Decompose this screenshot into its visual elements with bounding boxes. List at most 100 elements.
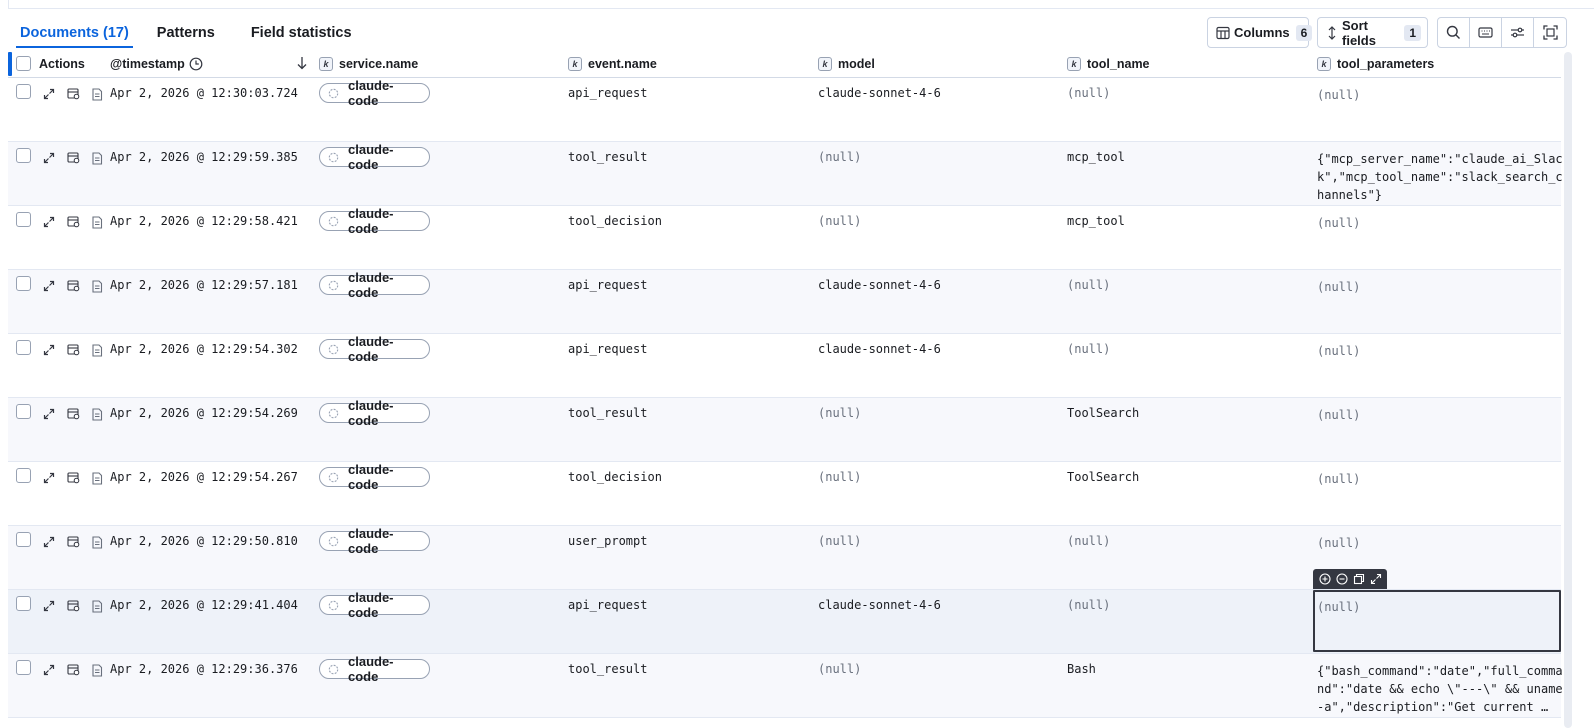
cell-tool-name[interactable]: (null) [1067,86,1110,100]
service-badge[interactable]: claude-code [319,142,430,172]
document-icon[interactable] [89,86,105,102]
row-checkbox[interactable] [16,660,31,675]
compare-document-icon[interactable] [65,534,81,550]
filter-out-icon[interactable] [1335,573,1348,585]
cell-tool-name[interactable]: mcp_tool [1067,214,1125,228]
cell-model[interactable]: (null) [818,406,861,420]
cell-timestamp[interactable]: Apr 2, 2026 @ 12:30:03.724 [110,86,298,100]
keyboard-icon[interactable] [1470,18,1502,47]
row-checkbox[interactable] [16,532,31,547]
service-badge[interactable]: claude-code [319,526,430,556]
service-badge[interactable]: claude-code [319,590,430,620]
compare-document-icon[interactable] [65,214,81,230]
select-all-checkbox[interactable] [16,56,31,71]
cell-model[interactable]: (null) [818,214,861,228]
service-badge[interactable]: claude-code [319,334,430,364]
row-checkbox[interactable] [16,596,31,611]
expand-document-icon[interactable] [41,598,57,614]
row-checkbox[interactable] [16,340,31,355]
cell-timestamp[interactable]: Apr 2, 2026 @ 12:29:58.421 [110,214,298,228]
document-icon[interactable] [89,342,105,358]
compare-document-icon[interactable] [65,150,81,166]
tab-documents[interactable]: Documents (17) [16,18,133,48]
service-badge[interactable]: claude-code [319,462,430,492]
cell-event-name[interactable]: tool_result [568,662,647,676]
cell-tool-parameters[interactable]: (null) [1317,534,1563,552]
compare-document-icon[interactable] [65,278,81,294]
document-icon[interactable] [89,214,105,230]
cell-tool-parameters[interactable]: (null) [1317,278,1563,296]
cell-event-name[interactable]: tool_decision [568,214,662,228]
sort-descending-icon[interactable] [296,56,308,70]
columns-button[interactable]: Columns 6 [1207,17,1313,48]
cell-tool-parameters[interactable]: {"bash_command":"date","full_command":"d… [1317,662,1563,716]
table-row[interactable]: Apr 2, 2026 @ 12:29:58.421 claude-code too… [8,206,1561,270]
document-icon[interactable] [89,278,105,294]
cell-tool-name[interactable]: (null) [1067,342,1110,356]
row-checkbox[interactable] [16,84,31,99]
cell-model[interactable]: claude-sonnet-4-6 [818,278,941,292]
row-checkbox[interactable] [16,212,31,227]
compare-document-icon[interactable] [65,470,81,486]
cell-event-name[interactable]: user_prompt [568,534,647,548]
tab-field-statistics[interactable]: Field statistics [231,18,364,48]
compare-document-icon[interactable] [65,342,81,358]
cell-timestamp[interactable]: Apr 2, 2026 @ 12:29:50.810 [110,534,298,548]
expand-document-icon[interactable] [41,214,57,230]
header-tool-parameters[interactable]: k tool_parameters [1317,57,1434,71]
cell-timestamp[interactable]: Apr 2, 2026 @ 12:29:41.404 [110,598,298,612]
vertical-scrollbar[interactable] [1564,52,1572,728]
expand-document-icon[interactable] [41,150,57,166]
cell-tool-parameters[interactable]: (null) [1317,214,1563,232]
fullscreen-icon[interactable] [1534,18,1566,47]
cell-tool-name[interactable]: (null) [1067,534,1110,548]
service-badge[interactable]: claude-code [319,654,430,684]
expand-document-icon[interactable] [41,278,57,294]
row-checkbox[interactable] [16,276,31,291]
cell-event-name[interactable]: tool_result [568,150,647,164]
copy-icon[interactable] [1353,573,1365,585]
compare-document-icon[interactable] [65,406,81,422]
document-icon[interactable] [89,534,105,550]
cell-tool-parameters[interactable]: {"mcp_server_name":"claude_ai_Slack","mc… [1317,150,1563,204]
cell-event-name[interactable]: api_request [568,86,647,100]
expand-document-icon[interactable] [41,662,57,678]
cell-tool-name[interactable]: mcp_tool [1067,150,1125,164]
cell-event-name[interactable]: tool_result [568,406,647,420]
cell-model[interactable]: claude-sonnet-4-6 [818,86,941,100]
document-icon[interactable] [89,598,105,614]
cell-model[interactable]: (null) [818,662,861,676]
row-checkbox[interactable] [16,148,31,163]
service-badge[interactable]: claude-code [319,270,430,300]
filter-for-icon[interactable] [1318,573,1331,585]
service-badge[interactable]: claude-code [319,398,430,428]
cell-model[interactable]: claude-sonnet-4-6 [818,598,941,612]
cell-tool-name[interactable]: (null) [1067,278,1110,292]
document-icon[interactable] [89,662,105,678]
service-badge[interactable]: claude-code [319,206,430,236]
header-service-name[interactable]: k service.name [319,57,418,71]
table-row[interactable]: Apr 2, 2026 @ 12:30:03.724 claude-code api… [8,78,1561,142]
cell-timestamp[interactable]: Apr 2, 2026 @ 12:29:57.181 [110,278,298,292]
document-icon[interactable] [89,150,105,166]
table-row[interactable]: Apr 2, 2026 @ 12:29:54.267 claude-code too… [8,462,1561,526]
cell-event-name[interactable]: api_request [568,278,647,292]
expand-document-icon[interactable] [41,470,57,486]
table-row[interactable]: Apr 2, 2026 @ 12:29:36.376 claude-code too… [8,654,1563,718]
table-row[interactable]: Apr 2, 2026 @ 12:29:54.269 claude-code too… [8,398,1561,462]
table-row[interactable]: Apr 2, 2026 @ 12:29:57.181 claude-code api… [8,270,1561,334]
cell-model[interactable]: (null) [818,534,861,548]
cell-tool-parameters[interactable]: (null) [1317,86,1563,104]
cell-tool-name[interactable]: ToolSearch [1067,406,1139,420]
cell-model[interactable]: (null) [818,470,861,484]
tab-patterns[interactable]: Patterns [137,18,227,48]
table-row[interactable]: Apr 2, 2026 @ 12:29:59.385 claude-code too… [8,142,1563,206]
expand-document-icon[interactable] [41,406,57,422]
cell-tool-parameters[interactable]: (null) [1317,470,1563,488]
header-timestamp[interactable]: @timestamp [110,57,203,71]
cell-model[interactable]: claude-sonnet-4-6 [818,342,941,356]
compare-document-icon[interactable] [65,662,81,678]
cell-event-name[interactable]: tool_decision [568,470,662,484]
display-settings-icon[interactable] [1502,18,1534,47]
cell-tool-name[interactable]: Bash [1067,662,1096,676]
